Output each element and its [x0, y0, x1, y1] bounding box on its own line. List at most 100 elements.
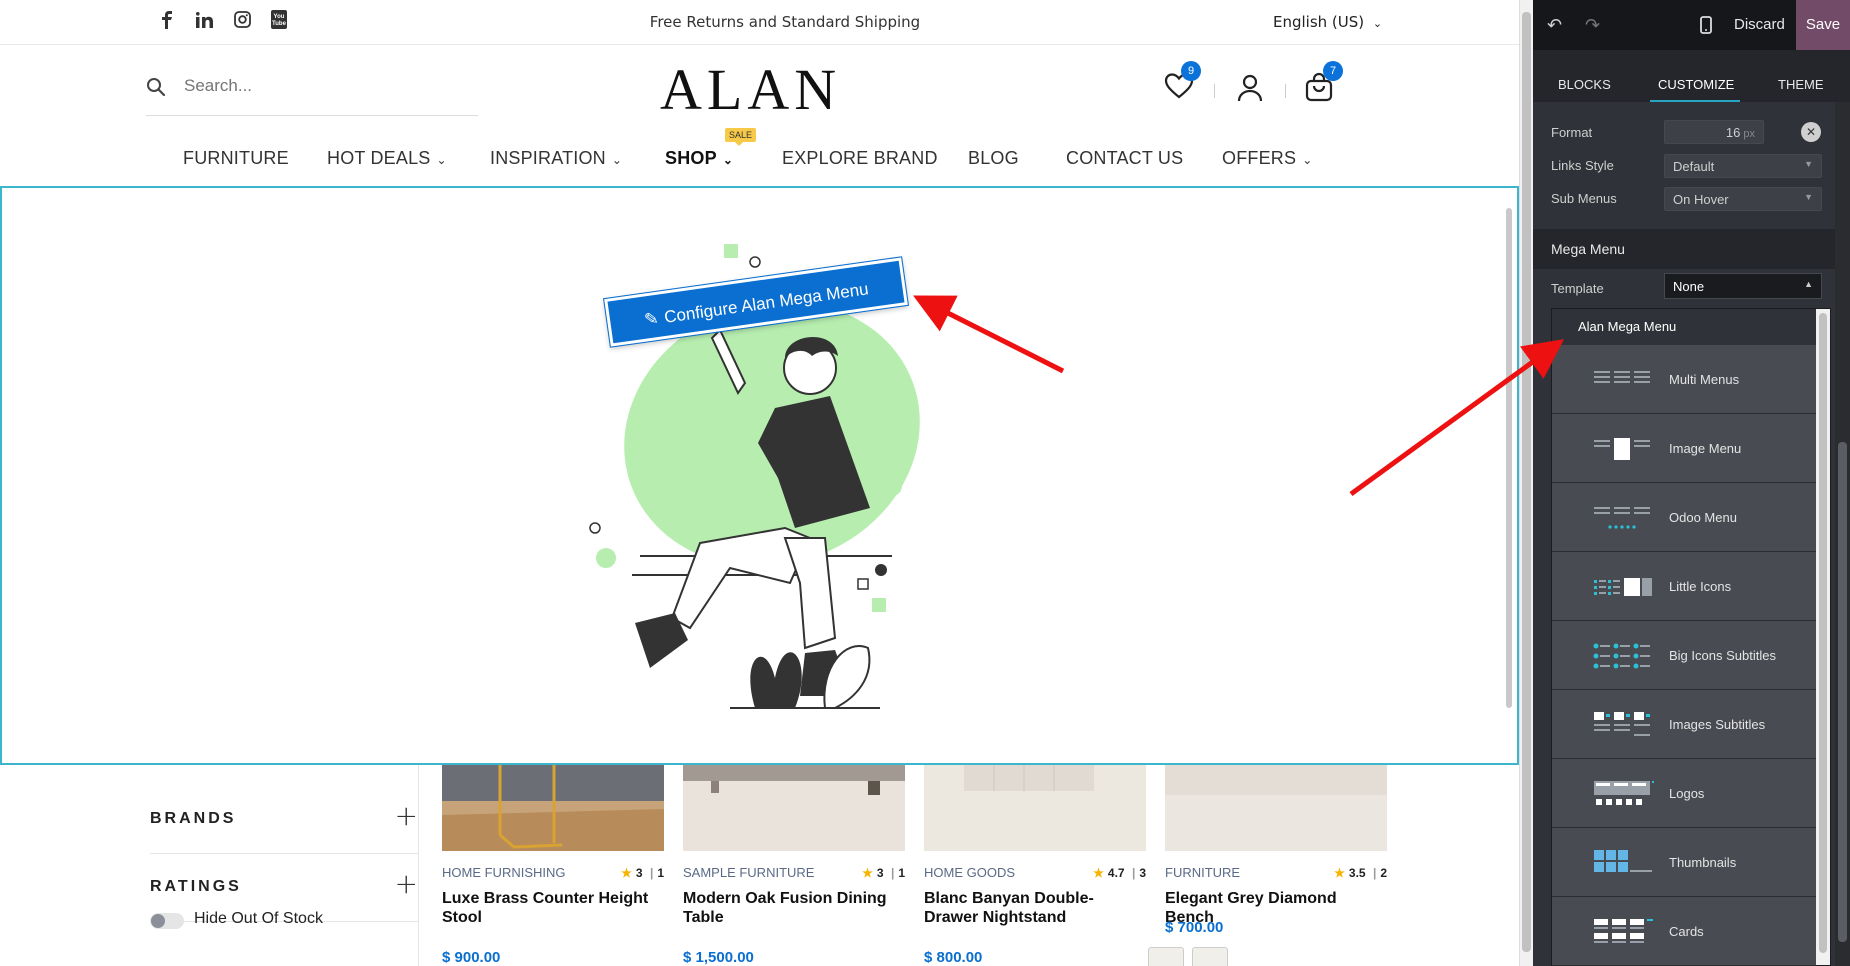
nav-item-hot-deals[interactable]: HOT DEALS ⌄: [327, 148, 447, 169]
product-card[interactable]: FURNITURE ★ 3.5 | 2 Elegant Grey Diamond B…: [1165, 765, 1387, 936]
tab-blocks[interactable]: BLOCKS: [1558, 77, 1611, 92]
account-user-icon[interactable]: [1235, 73, 1265, 103]
nav-item-contact-us[interactable]: CONTACT US: [1066, 148, 1183, 169]
template-option-images-subtitles[interactable]: Images Subtitles: [1552, 690, 1816, 759]
language-label: English (US): [1273, 13, 1365, 31]
chevron-down-icon: ⌄: [436, 153, 447, 167]
rating-value: 3: [876, 866, 884, 880]
tab-theme[interactable]: THEME: [1778, 77, 1824, 92]
little-icons-thumbnail-icon: [1594, 578, 1652, 596]
search-input[interactable]: [184, 76, 464, 96]
product-image[interactable]: [1165, 765, 1387, 851]
search-bar[interactable]: [146, 72, 478, 116]
template-option-big-icons-subtitles[interactable]: Big Icons Subtitles: [1552, 621, 1816, 690]
plus-icon[interactable]: +: [395, 870, 418, 898]
header-divider: [1285, 84, 1286, 98]
product-name[interactable]: Modern Oak Fusion Dining Table: [683, 889, 905, 927]
redo-icon[interactable]: ↷: [1585, 15, 1605, 35]
rating-value: 3: [635, 866, 643, 880]
toggle-knob: [151, 914, 165, 928]
discard-button[interactable]: Discard: [1734, 16, 1785, 33]
links-style-select[interactable]: Default ▼: [1664, 154, 1822, 178]
template-option-label: Thumbnails: [1669, 855, 1737, 870]
template-option-label: Odoo Menu: [1669, 510, 1737, 525]
nav-item-explore-brand[interactable]: EXPLORE BRAND: [782, 148, 938, 169]
scrollbar-thumb[interactable]: [1522, 12, 1531, 952]
images-subtitles-thumbnail-icon: [1594, 712, 1650, 736]
template-dropdown-list[interactable]: Alan Mega Menu Multi Menus Image Menu Od…: [1551, 308, 1831, 966]
product-category: SAMPLE FURNITURE: [683, 865, 815, 880]
product-image[interactable]: [442, 765, 664, 851]
sub-menus-select[interactable]: On Hover ▼: [1664, 187, 1822, 211]
product-category: HOME FURNISHING: [442, 865, 566, 880]
template-option-multi-menus[interactable]: Multi Menus: [1552, 345, 1816, 414]
image-menu-thumbnail-icon: [1594, 438, 1650, 460]
filter-brands[interactable]: BRANDS +: [150, 788, 418, 854]
product-card[interactable]: HOME FURNISHING ★ 3 | 1 Luxe Brass Counter…: [442, 765, 664, 966]
editor-toolbar: ↶ ↷ Discard Save: [1533, 0, 1850, 50]
mobile-preview-icon[interactable]: [1696, 15, 1716, 35]
language-selector[interactable]: English (US) ⌄: [1273, 13, 1382, 31]
rating-value: 4.7: [1107, 866, 1125, 880]
chevron-down-icon: ⌄: [1372, 17, 1383, 30]
rating-value: 3.5: [1348, 866, 1366, 880]
links-style-value: Default: [1673, 159, 1715, 174]
template-value: None: [1673, 279, 1705, 294]
template-option-label: Big Icons Subtitles: [1669, 648, 1776, 663]
product-card[interactable]: HOME GOODS ★ 4.7 | 3 Blanc Banyan Double-D…: [924, 765, 1146, 966]
edit-icon: ✎: [642, 308, 660, 330]
format-size-input[interactable]: 16 px: [1664, 120, 1764, 144]
nav-item-inspiration[interactable]: INSPIRATION ⌄: [490, 148, 622, 169]
product-image[interactable]: [924, 765, 1146, 851]
template-option-logos[interactable]: Logos: [1552, 759, 1816, 828]
nav-item-blog[interactable]: BLOG: [968, 148, 1019, 169]
product-name[interactable]: Luxe Brass Counter Height Stool: [442, 889, 664, 927]
nav-label: OFFERS: [1222, 148, 1297, 168]
undo-icon[interactable]: ↶: [1547, 15, 1567, 35]
nav-label: SHOP: [665, 148, 717, 168]
scrollbar-thumb[interactable]: [1838, 442, 1847, 942]
scrollbar-thumb[interactable]: [1819, 313, 1827, 953]
page-scrollbar[interactable]: [1519, 0, 1533, 966]
save-button[interactable]: Save: [1796, 0, 1850, 50]
hide-out-of-stock-toggle[interactable]: [150, 913, 184, 929]
product-variant-swatch[interactable]: [1148, 947, 1184, 966]
chevron-down-icon: ⌄: [1302, 153, 1313, 167]
nav-item-shop[interactable]: SHOP ⌄: [665, 148, 733, 169]
star-icon: ★: [621, 866, 632, 880]
product-price: $ 1,500.00: [683, 949, 754, 966]
nav-label: EXPLORE BRAND: [782, 148, 938, 168]
product-rating: ★ 3 | 1: [621, 866, 664, 880]
mega-menu-scrollbar[interactable]: [1505, 196, 1513, 760]
reset-icon[interactable]: ✕: [1801, 122, 1821, 142]
template-option-little-icons[interactable]: Little Icons: [1552, 552, 1816, 621]
template-option-odoo-menu[interactable]: Odoo Menu: [1552, 483, 1816, 552]
star-icon: ★: [1334, 866, 1345, 880]
panel-scrollbar[interactable]: [1835, 102, 1850, 966]
tab-customize[interactable]: CUSTOMIZE: [1658, 77, 1734, 92]
template-select[interactable]: None ▲: [1664, 273, 1822, 299]
review-count: 1: [657, 866, 664, 880]
logos-thumbnail-icon: [1594, 781, 1654, 805]
nav-label: CONTACT US: [1066, 148, 1184, 168]
nav-item-furniture[interactable]: FURNITURE: [183, 148, 289, 169]
product-card[interactable]: SAMPLE FURNITURE ★ 3 | 1 Modern Oak Fusion…: [683, 765, 905, 966]
nav-item-offers[interactable]: OFFERS ⌄: [1222, 148, 1312, 169]
template-option-label: Cards: [1669, 924, 1704, 939]
product-category: HOME GOODS: [924, 865, 1016, 880]
product-name[interactable]: Blanc Banyan Double-Drawer Nightstand: [924, 889, 1146, 927]
template-option-cards[interactable]: Cards: [1552, 897, 1816, 966]
template-option-thumbnails[interactable]: Thumbnails: [1552, 828, 1816, 897]
mega-menu-section-title: Mega Menu: [1551, 241, 1625, 257]
product-rating: ★ 3.5 | 2: [1334, 866, 1387, 880]
search-icon[interactable]: [146, 77, 166, 97]
caret-down-icon: ▼: [1804, 192, 1813, 202]
template-option-label: Logos: [1669, 786, 1705, 801]
product-image[interactable]: [683, 765, 905, 851]
product-variant-swatch[interactable]: [1192, 947, 1228, 966]
plus-icon[interactable]: +: [395, 802, 418, 830]
template-option-image-menu[interactable]: Image Menu: [1552, 414, 1816, 483]
dropdown-scrollbar[interactable]: [1816, 309, 1830, 965]
site-logo[interactable]: ALAN: [660, 56, 841, 123]
editor-panel: ↶ ↷ Discard Save BLOCKS CUSTOMIZE THEME …: [1533, 0, 1850, 966]
